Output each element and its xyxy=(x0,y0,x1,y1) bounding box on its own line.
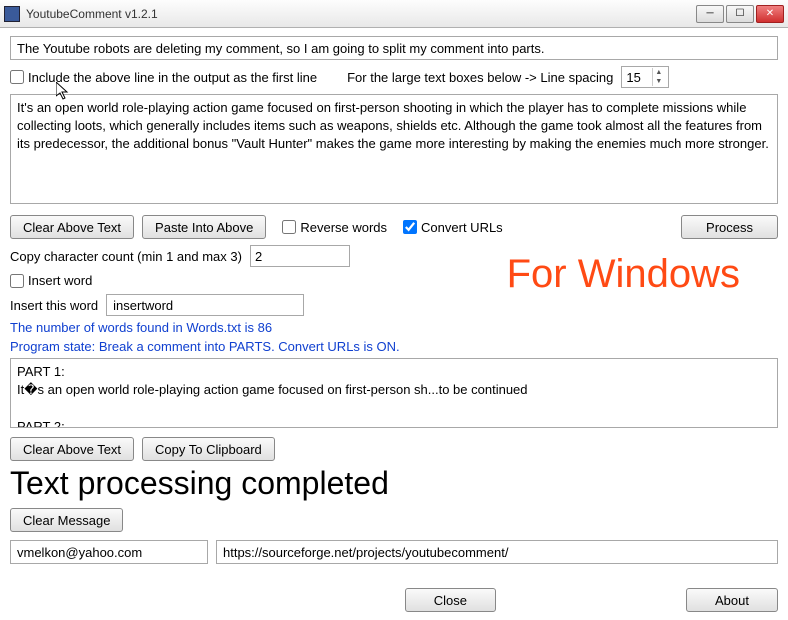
reverse-words-checkbox[interactable] xyxy=(282,220,296,234)
about-button[interactable]: About xyxy=(686,588,778,612)
overlay-text: For Windows xyxy=(507,252,740,297)
line-spacing-label: For the large text boxes below -> Line s… xyxy=(347,70,613,85)
main-text-area[interactable] xyxy=(10,94,778,204)
status-message: Text processing completed xyxy=(10,465,778,502)
line-spacing-spinner[interactable]: ▲ ▼ xyxy=(621,66,669,88)
insert-word-checkbox[interactable] xyxy=(10,274,24,288)
paste-into-above-button[interactable]: Paste Into Above xyxy=(142,215,266,239)
program-state-text: Program state: Break a comment into PART… xyxy=(10,339,778,354)
copy-char-count-label: Copy character count (min 1 and max 3) xyxy=(10,249,242,264)
spinner-up-icon[interactable]: ▲ xyxy=(653,68,664,77)
titlebar: YoutubeComment v1.2.1 ─ ☐ ✕ xyxy=(0,0,788,28)
convert-urls-label: Convert URLs xyxy=(421,220,503,235)
intro-text-input[interactable] xyxy=(10,36,778,60)
convert-urls-checkbox[interactable] xyxy=(403,220,417,234)
output-text-area[interactable] xyxy=(10,358,778,428)
close-button[interactable]: Close xyxy=(405,588,496,612)
words-found-text: The number of words found in Words.txt i… xyxy=(10,320,778,335)
clear-above-text-button-2[interactable]: Clear Above Text xyxy=(10,437,134,461)
maximize-button[interactable]: ☐ xyxy=(726,5,754,23)
url-field[interactable] xyxy=(216,540,778,564)
copy-char-count-input[interactable] xyxy=(250,245,350,267)
spinner-down-icon[interactable]: ▼ xyxy=(653,77,664,86)
window-title: YoutubeComment v1.2.1 xyxy=(26,7,158,21)
copy-to-clipboard-button[interactable]: Copy To Clipboard xyxy=(142,437,275,461)
insert-word-checkbox-label: Insert word xyxy=(28,273,92,288)
email-field[interactable] xyxy=(10,540,208,564)
insert-this-word-label: Insert this word xyxy=(10,298,98,313)
include-line-checkbox[interactable] xyxy=(10,70,24,84)
clear-above-text-button-1[interactable]: Clear Above Text xyxy=(10,215,134,239)
close-window-button[interactable]: ✕ xyxy=(756,5,784,23)
process-button[interactable]: Process xyxy=(681,215,778,239)
line-spacing-value[interactable] xyxy=(622,70,652,85)
insert-word-input[interactable] xyxy=(106,294,304,316)
app-icon xyxy=(4,6,20,22)
minimize-button[interactable]: ─ xyxy=(696,5,724,23)
reverse-words-label: Reverse words xyxy=(300,220,387,235)
include-line-label: Include the above line in the output as … xyxy=(28,70,317,85)
clear-message-button[interactable]: Clear Message xyxy=(10,508,123,532)
